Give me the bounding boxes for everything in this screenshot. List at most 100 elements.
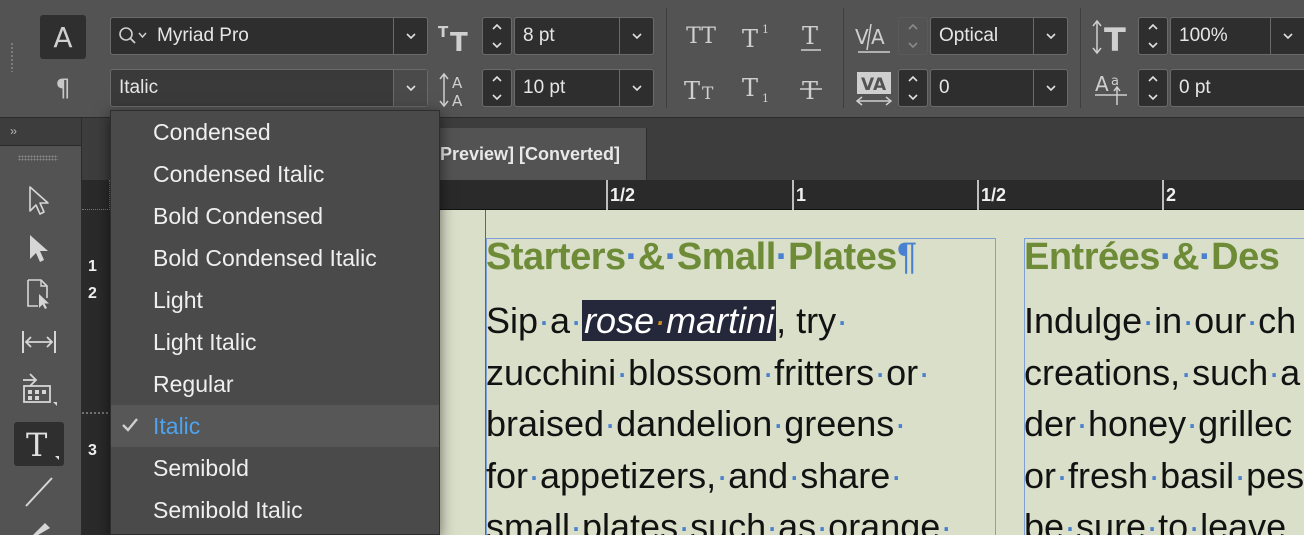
tracking-stepper[interactable] <box>898 69 928 107</box>
kerning-value[interactable]: Optical <box>931 25 1033 47</box>
svg-text:T: T <box>802 77 818 103</box>
vertical-scale-field[interactable]: 100% <box>1170 17 1304 55</box>
body-text-line[interactable]: for·appetizers,·and·share· <box>486 455 902 497</box>
column-heading[interactable]: Entrées·&·Des <box>1024 236 1280 279</box>
strikethrough-icon[interactable]: T <box>790 70 832 106</box>
selected-text[interactable]: rose·martini <box>582 300 777 341</box>
body-text-line[interactable]: creations,·such·a <box>1024 352 1300 394</box>
menu-item-light[interactable]: Light <box>111 279 439 321</box>
tracking-value[interactable]: 0 <box>931 77 1033 99</box>
kerning-icon: VA <box>852 18 896 56</box>
menu-item-bold-condensed-italic[interactable]: Bold Condensed Italic <box>111 237 439 279</box>
vertical-scale-icon: T <box>1090 18 1132 56</box>
page-tool-icon[interactable] <box>14 272 64 316</box>
pen-tool-icon[interactable] <box>14 516 64 535</box>
tools-grip[interactable] <box>18 155 58 161</box>
checkmark-icon <box>122 418 138 432</box>
menu-item-italic[interactable]: Italic <box>111 405 439 447</box>
vertical-scale-value[interactable]: 100% <box>1171 25 1270 47</box>
body-text-line[interactable]: braised·dandelion·greens· <box>486 403 906 445</box>
direct-selection-tool-icon[interactable] <box>14 226 64 270</box>
body-text-line[interactable]: der·honey·grillec <box>1024 403 1292 445</box>
font-size-value[interactable]: 8 pt <box>515 25 619 47</box>
body-text-line[interactable]: or·fresh·basil·pes <box>1024 455 1304 497</box>
menu-item-regular[interactable]: Regular <box>111 363 439 405</box>
svg-text:A: A <box>452 74 463 92</box>
baseline-shift-stepper[interactable] <box>1138 69 1168 107</box>
type-tool-icon[interactable]: T <box>14 422 64 466</box>
ruler-label: 1/2 <box>981 185 1007 205</box>
ruler-label: 2 <box>88 285 97 302</box>
menu-item-condensed-italic[interactable]: Condensed Italic <box>111 153 439 195</box>
leading-stepper[interactable] <box>482 69 512 107</box>
font-style-dropdown[interactable] <box>393 70 427 106</box>
content-collector-icon[interactable] <box>14 368 64 412</box>
ruler-label: 1 <box>88 258 97 275</box>
font-size-dropdown[interactable] <box>619 18 653 54</box>
menu-item-light-italic[interactable]: Light Italic <box>111 321 439 363</box>
ruler-origin[interactable] <box>82 180 110 210</box>
menu-item-condensed[interactable]: Condensed <box>111 111 439 153</box>
kerning-stepper[interactable] <box>898 17 928 55</box>
menu-item-semibold[interactable]: Semibold <box>111 447 439 489</box>
leading-value[interactable]: 10 pt <box>515 77 619 99</box>
font-size-stepper[interactable] <box>482 17 512 55</box>
svg-text:T: T <box>1104 21 1126 55</box>
font-family-value[interactable]: Myriad Pro <box>155 25 393 47</box>
document-tab-title: Preview] [Converted] <box>440 143 621 164</box>
vertical-scale-dropdown[interactable] <box>1270 18 1304 54</box>
font-family-dropdown[interactable] <box>393 18 427 54</box>
chevron-down-icon <box>1045 33 1056 40</box>
body-text-line[interactable]: Sip·a·rose·martini, try· <box>486 300 848 342</box>
leading-field[interactable]: 10 pt <box>514 69 654 107</box>
paragraph-formatting-controls-button[interactable]: ¶ <box>40 68 86 108</box>
body-text-line[interactable]: zucchini·blossom·fritters·or· <box>486 352 930 394</box>
tracking-field[interactable]: 0 <box>930 69 1068 107</box>
font-size-field[interactable]: 8 pt <box>514 17 654 55</box>
svg-text:1: 1 <box>762 92 769 104</box>
subscript-icon[interactable]: T1 <box>736 70 778 106</box>
chevron-down-icon <box>405 33 416 40</box>
body-text-line[interactable]: be·sure·to·leave <box>1024 506 1286 535</box>
body-text-line[interactable]: Indulge·in·our·ch <box>1024 300 1296 342</box>
vertical-scale-stepper[interactable] <box>1138 17 1168 55</box>
svg-text:T: T <box>742 25 758 51</box>
underline-icon[interactable]: T <box>790 18 832 54</box>
document-tab[interactable]: Preview] [Converted] <box>440 128 648 180</box>
baseline-shift-field[interactable]: 0 pt <box>1170 69 1304 107</box>
chevron-down-icon <box>405 85 416 92</box>
panel-grip[interactable] <box>10 42 14 72</box>
kerning-field[interactable]: Optical <box>930 17 1068 55</box>
font-style-value[interactable]: Italic <box>111 77 393 99</box>
font-family-field[interactable]: Myriad Pro <box>110 17 428 55</box>
selection-tool-icon[interactable] <box>14 178 64 222</box>
svg-text:T: T <box>438 23 449 41</box>
leading-dropdown[interactable] <box>619 70 653 106</box>
menu-item-semibold-italic[interactable]: Semibold Italic <box>111 489 439 531</box>
svg-text:1: 1 <box>762 23 769 36</box>
font-style-field[interactable]: Italic <box>110 69 428 107</box>
svg-text:T: T <box>26 426 48 464</box>
line-tool-icon[interactable] <box>14 470 64 514</box>
svg-text:T: T <box>802 22 818 50</box>
body-text-line[interactable]: small·plates·such·as·orange· <box>486 506 952 535</box>
column-heading[interactable]: Starters·&·Small·Plates¶ <box>486 236 917 279</box>
superscript-icon[interactable]: T1 <box>736 18 778 54</box>
character-formatting-controls-button[interactable]: A <box>40 15 86 59</box>
font-size-icon: TT <box>437 20 477 54</box>
collapse-panel-button[interactable]: ›› <box>0 118 81 146</box>
divider <box>1080 8 1081 108</box>
kerning-dropdown[interactable] <box>1033 18 1067 54</box>
small-caps-icon[interactable]: TT <box>680 70 722 106</box>
ruler-label: 2 <box>1166 185 1177 205</box>
baseline-shift-value[interactable]: 0 pt <box>1171 77 1304 99</box>
tools-panel: ›› T <box>0 118 82 535</box>
tracking-dropdown[interactable] <box>1033 70 1067 106</box>
all-caps-icon[interactable]: TT <box>680 18 722 54</box>
menu-item-bold-condensed[interactable]: Bold Condensed <box>111 195 439 237</box>
chevron-down-icon <box>631 85 642 92</box>
gap-tool-icon[interactable] <box>14 320 64 364</box>
search-icon[interactable] <box>111 26 155 46</box>
svg-text:a: a <box>1111 74 1119 89</box>
svg-text:T: T <box>702 84 714 103</box>
